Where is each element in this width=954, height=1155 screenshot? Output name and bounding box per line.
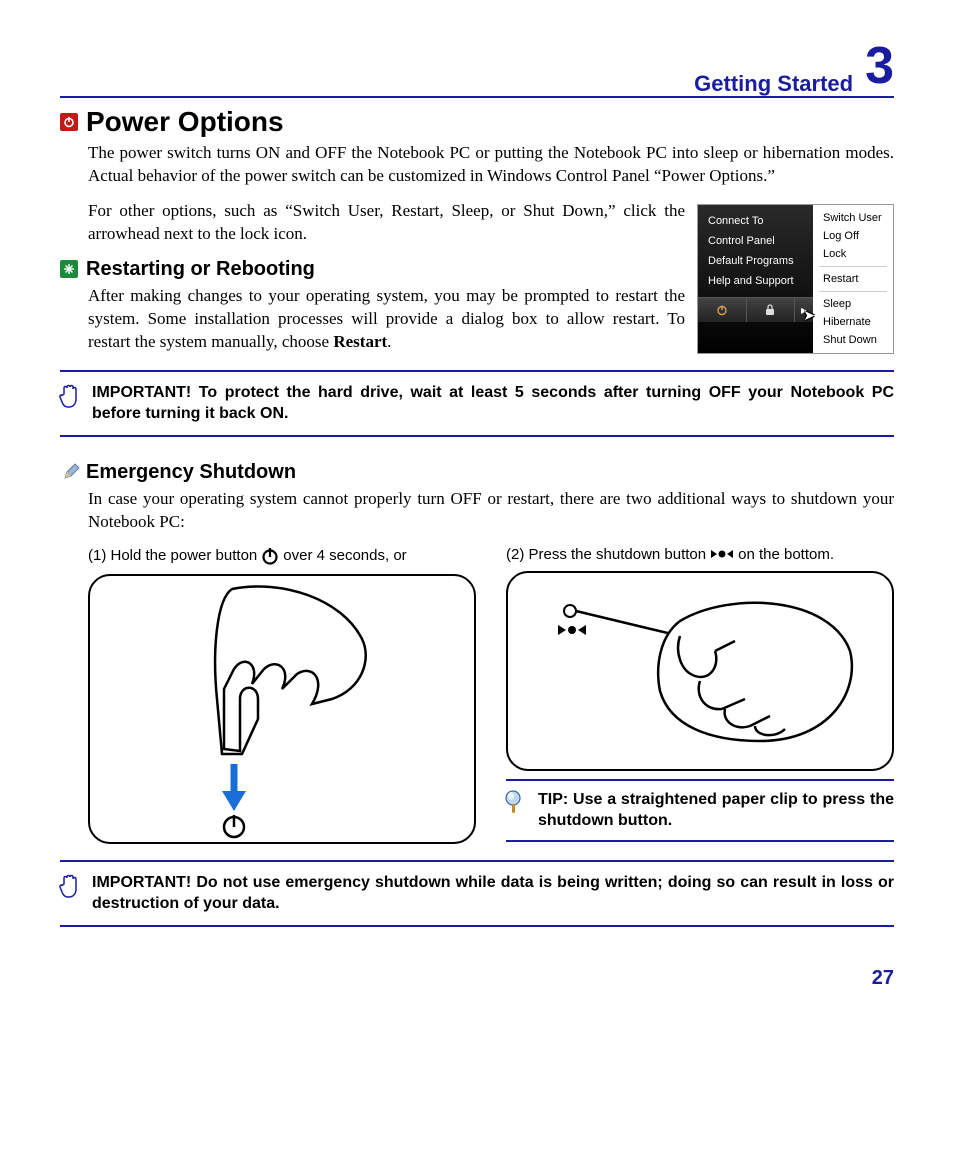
pencil-icon	[62, 463, 80, 481]
emergency-paragraph: In case your operating system cannot pro…	[88, 488, 894, 534]
cursor-icon: ➤	[803, 307, 815, 324]
menu-item: Sleep	[813, 295, 893, 313]
chapter-number: 3	[865, 40, 894, 92]
page-header-title: Getting Started	[694, 71, 853, 97]
menu-item: Control Panel	[698, 231, 813, 251]
illustration-hold-power-button	[88, 574, 476, 844]
menu-item: Hibernate	[813, 313, 893, 331]
page-number: 27	[60, 967, 894, 990]
tip-callout: TIP: Use a straightened paper clip to pr…	[506, 779, 894, 842]
menu-item: Help and Support	[698, 271, 813, 291]
menu-item: Restart	[813, 270, 893, 288]
lock-icon	[747, 298, 796, 322]
arrow-icon: ▸ ➤	[795, 298, 813, 322]
important-callout-1: IMPORTANT! To protect the hard drive, wa…	[60, 370, 894, 437]
heading-restarting: Restarting or Rebooting	[88, 258, 685, 281]
menu-item: Log Off	[813, 227, 893, 245]
start-menu-left-column: Connect To Control Panel Default Program…	[698, 205, 813, 353]
menu-item: Lock	[813, 245, 893, 263]
heading-power-options: Power Options	[88, 106, 894, 138]
callout-text: TIP: Use a straightened paper clip to pr…	[538, 789, 894, 832]
heading-text: Power Options	[86, 106, 284, 138]
restart-section-icon	[60, 260, 78, 278]
menu-item: Shut Down	[813, 331, 893, 349]
start-menu-right-column: Switch User Log Off Lock Restart Sleep H…	[813, 205, 893, 353]
heading-text: Restarting or Rebooting	[86, 258, 315, 281]
power-options-paragraph-1: The power switch turns ON and OFF the No…	[88, 142, 894, 188]
illustration-press-shutdown-pin	[506, 571, 894, 771]
heading-text: Emergency Shutdown	[86, 461, 296, 484]
emergency-step-1: (1) Hold the power button over 4 seconds…	[88, 546, 476, 566]
callout-text: IMPORTANT! To protect the hard drive, wa…	[92, 382, 894, 425]
power-section-icon	[60, 113, 78, 131]
menu-item: Switch User	[813, 209, 893, 227]
callout-text: IMPORTANT! Do not use emergency shutdown…	[92, 872, 894, 915]
power-icon	[698, 298, 747, 322]
power-button-icon	[260, 546, 280, 566]
magnifier-tip-icon	[504, 789, 528, 820]
heading-emergency-shutdown: Emergency Shutdown	[88, 461, 894, 484]
emergency-step-2: (2) Press the shutdown button on the bot…	[506, 546, 894, 563]
menu-item: Connect To	[698, 211, 813, 231]
menu-item: Default Programs	[698, 251, 813, 271]
important-callout-2: IMPORTANT! Do not use emergency shutdown…	[60, 860, 894, 927]
hand-stop-icon	[58, 382, 82, 415]
start-menu-bottom-bar: ▸ ➤	[698, 297, 813, 322]
shutdown-pinhole-icon	[709, 547, 735, 561]
start-menu-screenshot: Connect To Control Panel Default Program…	[697, 204, 894, 354]
hand-stop-icon	[58, 872, 82, 905]
